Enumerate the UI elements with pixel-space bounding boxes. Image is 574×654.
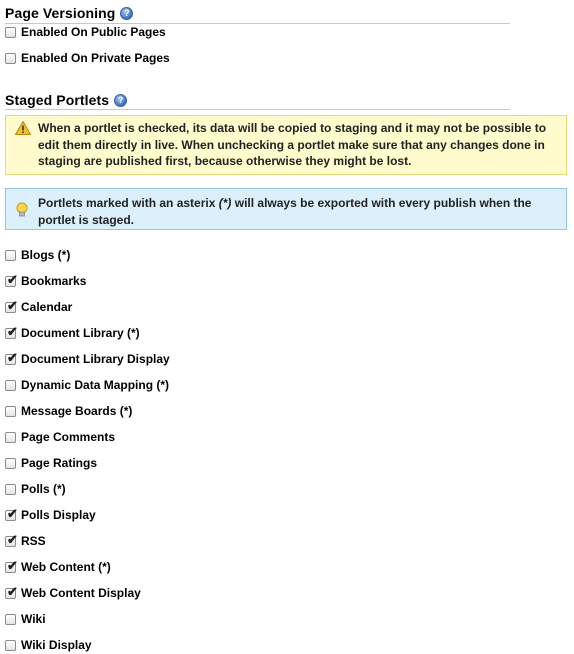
portlet-label: Web Content (*) xyxy=(21,560,111,574)
portlet-label: Wiki Display xyxy=(21,638,92,652)
checkmark-icon: ✔ xyxy=(7,323,18,339)
portlet-checkbox-row[interactable]: ✔ Calendar xyxy=(5,298,72,316)
portlet-label: Document Library Display xyxy=(21,352,170,366)
staging-warning-alert: When a portlet is checked, its data will… xyxy=(5,115,567,175)
checkbox[interactable] xyxy=(5,613,16,625)
portlet-checkbox-row[interactable]: Message Boards (*) xyxy=(5,402,132,420)
checkbox[interactable]: ✔ xyxy=(5,349,18,365)
portlet-label: Polls (*) xyxy=(21,482,66,496)
checkbox[interactable] xyxy=(5,379,16,391)
checkbox[interactable] xyxy=(5,26,16,38)
checkbox[interactable]: ✔ xyxy=(5,531,18,547)
portlet-checkbox-row[interactable]: ✔ RSS xyxy=(5,532,46,550)
checkbox[interactable]: ✔ xyxy=(5,583,18,599)
checkmark-icon: ✔ xyxy=(7,583,18,599)
portlet-checkbox-row[interactable]: ✔ Document Library (*) xyxy=(5,324,140,342)
checkmark-icon: ✔ xyxy=(7,271,18,287)
section-divider xyxy=(5,109,510,110)
checkmark-icon: ✔ xyxy=(7,505,18,521)
info-text-part: Portlets marked with an asterix xyxy=(38,196,219,210)
checkbox[interactable]: ✔ xyxy=(5,297,18,313)
portlet-label: Wiki xyxy=(21,612,46,626)
checkmark-icon: ✔ xyxy=(7,349,18,365)
portlet-label: Blogs (*) xyxy=(21,248,71,262)
portlet-label: RSS xyxy=(21,534,46,548)
checkbox[interactable]: ✔ xyxy=(5,505,18,521)
portlet-label: Calendar xyxy=(21,300,73,314)
portlet-label: Web Content Display xyxy=(21,586,141,600)
portlet-checkbox-row[interactable]: Page Comments xyxy=(5,428,115,446)
portlet-checkbox-row[interactable]: ✔ Polls Display xyxy=(5,506,96,524)
portlet-label: Document Library (*) xyxy=(21,326,140,340)
portlet-label: Polls Display xyxy=(21,508,96,522)
checkbox-row-private-pages[interactable]: Enabled On Private Pages xyxy=(5,49,170,67)
portlet-label: Dynamic Data Mapping (*) xyxy=(21,378,170,392)
portlet-checkbox-row[interactable]: ✔ Web Content (*) xyxy=(5,558,111,576)
checkbox[interactable]: ✔ xyxy=(5,557,18,573)
portlet-label: Bookmarks xyxy=(21,274,87,288)
help-icon[interactable]: ? xyxy=(114,93,128,107)
help-icon[interactable]: ? xyxy=(120,6,134,20)
asterix-info-alert: Portlets marked with an asterix (*) will… xyxy=(5,188,567,230)
page-versioning-title-text: Page Versioning xyxy=(5,5,116,21)
checkbox[interactable] xyxy=(5,405,16,417)
checkmark-icon: ✔ xyxy=(7,531,18,547)
portlet-checkbox-row[interactable]: Polls (*) xyxy=(5,480,66,498)
checkmark-icon: ✔ xyxy=(7,297,18,313)
warning-text: When a portlet is checked, its data will… xyxy=(38,121,547,168)
page-versioning-title: Page Versioning ? xyxy=(5,5,134,21)
checkbox[interactable] xyxy=(5,639,16,651)
portlet-checkbox-row[interactable]: Page Ratings xyxy=(5,454,97,472)
portlet-checkbox-row[interactable]: Blogs (*) xyxy=(5,246,70,264)
checkbox-label: Enabled On Public Pages xyxy=(21,25,166,39)
portlet-checkbox-row[interactable]: Wiki Display xyxy=(5,636,92,654)
portlet-checkbox-row[interactable]: Dynamic Data Mapping (*) xyxy=(5,376,169,394)
checkbox[interactable] xyxy=(5,457,16,469)
checkbox[interactable]: ✔ xyxy=(5,323,18,339)
checkbox[interactable] xyxy=(5,431,16,443)
staged-portlets-title: Staged Portlets ? xyxy=(5,92,128,108)
checkbox[interactable]: ✔ xyxy=(5,271,18,287)
checkbox-row-public-pages[interactable]: Enabled On Public Pages xyxy=(5,23,166,41)
staged-portlets-title-text: Staged Portlets xyxy=(5,92,110,108)
checkbox[interactable] xyxy=(5,52,16,64)
portlet-checkbox-row[interactable]: ✔ Web Content Display xyxy=(5,584,141,602)
portlet-label: Page Ratings xyxy=(21,456,98,470)
portlet-checkbox-row[interactable]: ✔ Bookmarks xyxy=(5,272,86,290)
portlet-label: Page Comments xyxy=(21,430,116,444)
lightbulb-icon xyxy=(16,202,28,217)
checkbox-label: Enabled On Private Pages xyxy=(21,51,170,65)
info-text: Portlets marked with an asterix (*) will… xyxy=(38,196,531,227)
checkbox[interactable] xyxy=(5,483,16,495)
checkmark-icon: ✔ xyxy=(7,557,18,573)
portlet-checkbox-row[interactable]: Wiki xyxy=(5,610,46,628)
portlet-checkbox-row[interactable]: ✔ Document Library Display xyxy=(5,350,170,368)
portlet-label: Message Boards (*) xyxy=(21,404,133,418)
info-text-asterix: (*) xyxy=(218,196,232,210)
checkbox[interactable] xyxy=(5,249,16,261)
warning-icon xyxy=(15,121,31,135)
